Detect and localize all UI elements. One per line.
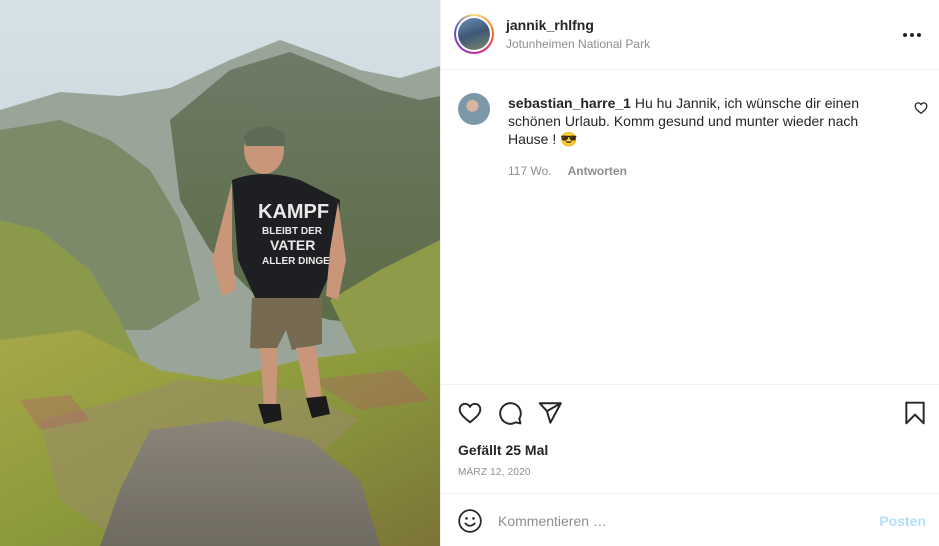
shirt-text-line-3: VATER — [270, 237, 315, 253]
smiley-icon[interactable] — [457, 508, 483, 534]
commenter-avatar[interactable] — [458, 93, 490, 125]
post-date[interactable]: MÄRZ 12, 2020 — [458, 467, 531, 478]
author-avatar[interactable] — [454, 14, 494, 54]
commenter-username[interactable]: sebastian_harre_1 — [508, 95, 631, 111]
bookmark-icon[interactable] — [902, 400, 928, 426]
post-actions: Gefällt 25 Mal MÄRZ 12, 2020 — [441, 384, 939, 494]
landscape-photo: KAMPF BLEIBT DER VATER ALLER DINGE — [0, 0, 440, 546]
author-username[interactable]: jannik_rhlfng — [506, 17, 594, 33]
comment-input[interactable] — [498, 510, 858, 532]
add-comment-bar: Posten — [441, 493, 939, 546]
more-horizontal-icon[interactable] — [902, 25, 922, 45]
comment-body: sebastian_harre_1 Hu hu Jannik, ich wüns… — [508, 94, 873, 148]
comment-age[interactable]: 117 Wo. — [508, 164, 552, 178]
heart-icon[interactable] — [457, 400, 483, 426]
shirt-text-line-2: BLEIBT DER — [262, 226, 323, 237]
comment-icon[interactable] — [497, 400, 523, 426]
post-side-panel: jannik_rhlfng Jotunheimen National Park … — [440, 0, 939, 546]
post-photo[interactable]: KAMPF BLEIBT DER VATER ALLER DINGE — [0, 0, 440, 546]
heart-outline-icon[interactable] — [914, 101, 928, 115]
post-header: jannik_rhlfng Jotunheimen National Park — [441, 0, 939, 70]
comment-meta: 117 Wo. Antworten — [508, 164, 627, 178]
shirt-text-line-1: KAMPF — [258, 201, 329, 223]
post-button[interactable]: Posten — [879, 513, 926, 529]
reply-button[interactable]: Antworten — [568, 164, 627, 178]
paper-plane-icon[interactable] — [537, 400, 563, 426]
post-location[interactable]: Jotunheimen National Park — [506, 37, 650, 51]
shirt-text-line-4: ALLER DINGE — [262, 256, 330, 267]
likes-count[interactable]: Gefällt 25 Mal — [458, 442, 548, 458]
